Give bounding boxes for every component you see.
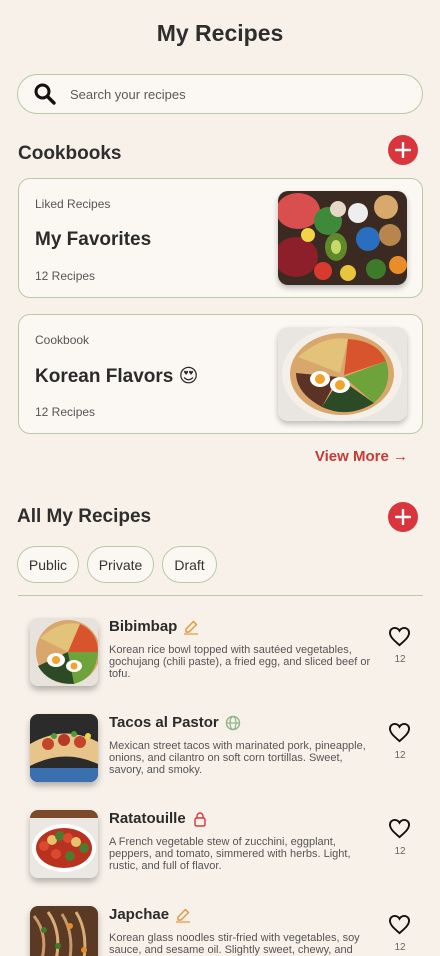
heart-icon[interactable] <box>388 914 411 935</box>
globe-icon[interactable] <box>225 715 241 731</box>
recipe-name: Ratatouille <box>109 810 186 827</box>
divider <box>18 595 423 596</box>
recipe-row-ratatouille[interactable]: Ratatouille A French vegetable stew of z… <box>0 806 440 896</box>
recipe-name: Bibimbap <box>109 618 178 635</box>
filter-public[interactable]: Public <box>17 546 79 583</box>
search-icon <box>34 83 56 105</box>
recipe-description: Mexican street tacos with marinated pork… <box>109 740 366 776</box>
recipe-description: Korean glass noodles stir-fried with veg… <box>109 932 360 956</box>
plus-icon <box>395 142 411 158</box>
search-bar[interactable]: Search your recipes <box>17 74 423 114</box>
recipe-row-tacos-al-pastor[interactable]: Tacos al Pastor Mexican street tacos wit… <box>0 710 440 800</box>
cookbook-kind: Cookbook <box>35 333 90 347</box>
japchae-thumbnail <box>30 906 98 956</box>
like-count: 12 <box>394 846 406 857</box>
plus-icon <box>395 509 411 525</box>
recipe-name: Japchae <box>109 906 170 923</box>
heart-icon[interactable] <box>388 818 411 839</box>
add-cookbook-button[interactable] <box>388 135 418 165</box>
cookbook-count: 12 Recipes <box>35 405 96 419</box>
recipe-description: Korean rice bowl topped with sautéed veg… <box>109 644 371 680</box>
filter-draft[interactable]: Draft <box>162 546 217 583</box>
edit-icon[interactable] <box>183 619 199 635</box>
tacos-thumbnail <box>30 714 98 782</box>
like-count: 12 <box>394 750 406 761</box>
cookbooks-heading: Cookbooks <box>18 143 122 164</box>
cookbook-kind: Liked Recipes <box>35 197 111 211</box>
add-recipe-button[interactable] <box>388 502 418 532</box>
recipe-row-bibimbap[interactable]: Bibimbap Korean rice bowl topped with sa… <box>0 614 440 704</box>
search-input[interactable]: Search your recipes <box>70 87 186 102</box>
vegetables-photo <box>278 191 407 285</box>
all-recipes-heading: All My Recipes <box>17 506 152 527</box>
bibimbap-photo <box>278 327 407 421</box>
like-count: 12 <box>394 654 406 665</box>
edit-icon[interactable] <box>175 907 191 923</box>
cookbook-card-korean-flavors[interactable]: Cookbook Korean Flavors 😍 12 Recipes <box>18 314 423 434</box>
recipe-name: Tacos al Pastor <box>109 714 219 731</box>
recipe-title: Tacos al Pastor <box>109 714 241 731</box>
lock-icon[interactable] <box>192 811 208 827</box>
cookbook-name: Korean Flavors 😍 <box>35 366 199 387</box>
ratatouille-thumbnail <box>30 810 98 878</box>
recipe-title: Ratatouille <box>109 810 208 827</box>
bibimbap-thumbnail <box>30 618 98 686</box>
recipe-description: A French vegetable stew of zucchini, egg… <box>109 836 351 872</box>
view-more-link[interactable]: View More → <box>315 448 408 465</box>
heart-icon[interactable] <box>388 722 411 743</box>
filter-private[interactable]: Private <box>87 546 154 583</box>
heart-icon[interactable] <box>388 626 411 647</box>
cookbook-card-favorites[interactable]: Liked Recipes My Favorites 12 Recipes <box>18 178 423 298</box>
cookbook-name: My Favorites <box>35 229 152 250</box>
recipe-title: Japchae <box>109 906 191 923</box>
recipe-row-japchae[interactable]: Japchae Korean glass noodles stir-fried … <box>0 902 440 956</box>
like-count: 12 <box>394 942 406 953</box>
cookbook-count: 12 Recipes <box>35 269 96 283</box>
recipe-title: Bibimbap <box>109 618 199 635</box>
page-title: My Recipes <box>156 20 284 46</box>
